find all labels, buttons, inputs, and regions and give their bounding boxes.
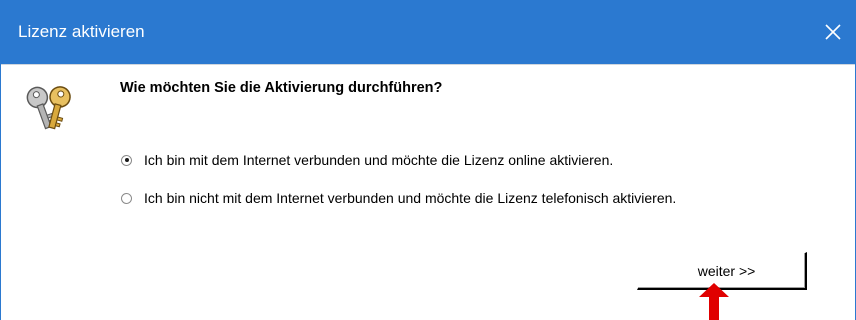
radio-button-phone[interactable] — [121, 192, 132, 204]
activation-question: Wie möchten Sie die Aktivierung durchfüh… — [120, 80, 443, 96]
radio-option-online[interactable]: Ich bin mit dem Internet verbunden und m… — [121, 151, 613, 169]
close-button[interactable] — [815, 14, 851, 50]
radio-label-phone: Ich bin nicht mit dem Internet verbunden… — [144, 190, 677, 206]
license-activation-dialog: Lizenz aktivieren Wie möchten Sie die Ak… — [0, 0, 856, 320]
window-title: Lizenz aktivieren — [18, 22, 145, 41]
title-bar: Lizenz aktivieren — [1, 0, 855, 65]
radio-button-online[interactable] — [121, 154, 132, 166]
red-arrow-up-icon — [699, 283, 729, 320]
keys-icon — [21, 78, 77, 134]
radio-label-online: Ich bin mit dem Internet verbunden und m… — [144, 152, 614, 168]
close-icon — [825, 24, 841, 40]
radio-option-phone[interactable]: Ich bin nicht mit dem Internet verbunden… — [121, 189, 676, 207]
